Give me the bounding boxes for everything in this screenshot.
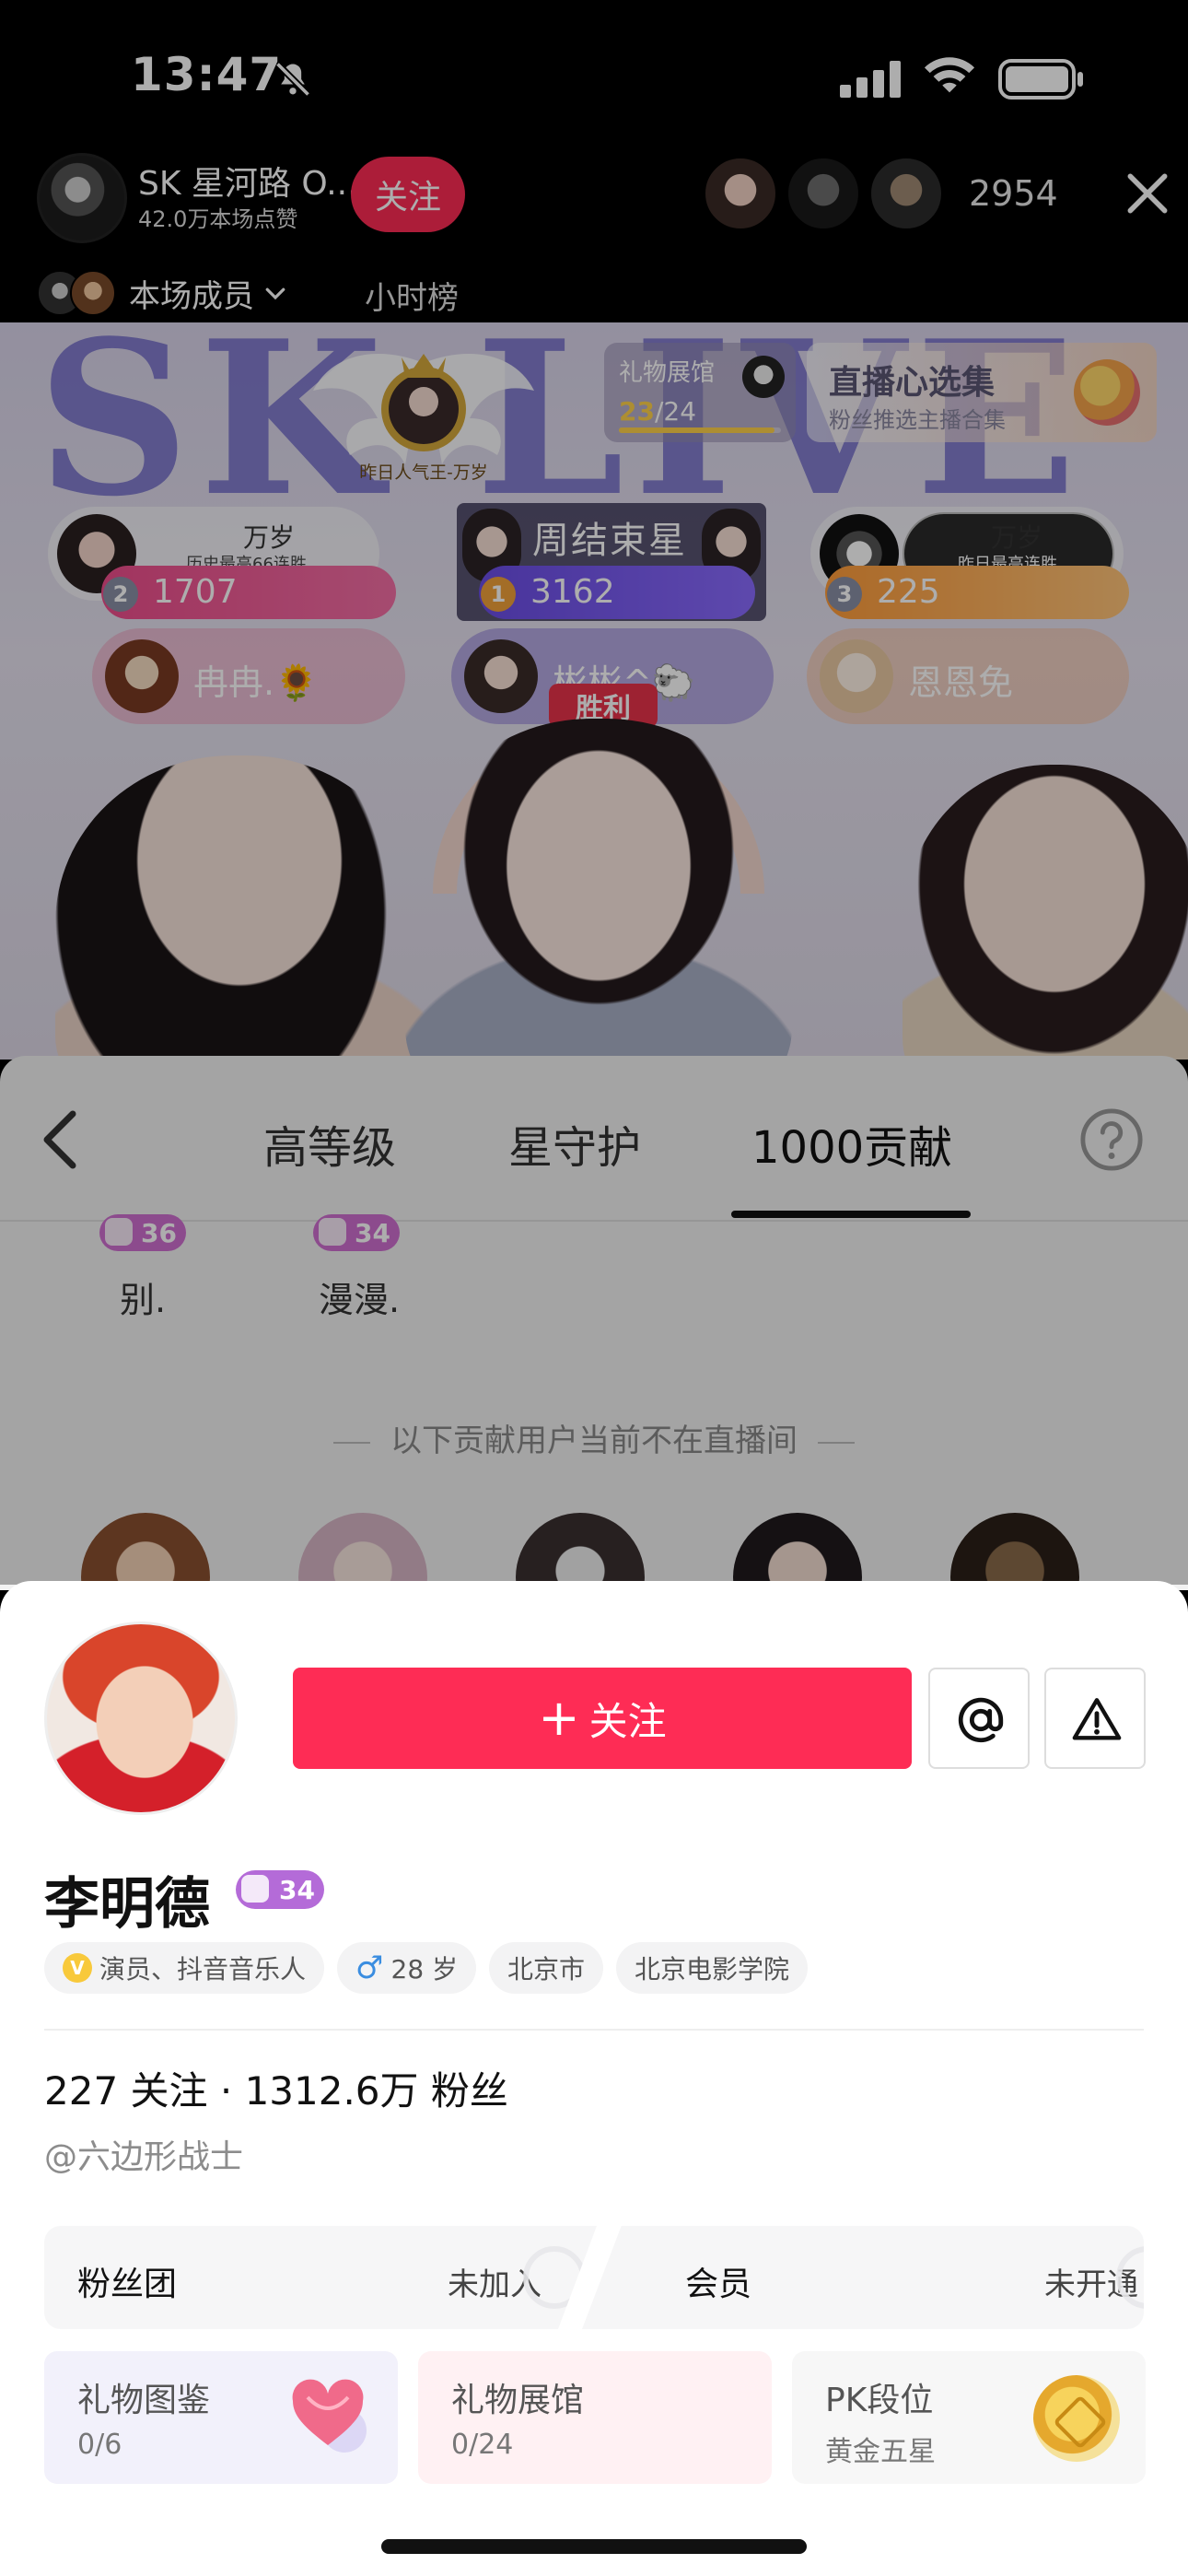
follow-button-label: 关注 — [588, 1698, 667, 1744]
profile-handle: @六边形战士 — [44, 2138, 244, 2176]
membership-card[interactable]: 会员 未开通 — [582, 2226, 1144, 2329]
gift-hall-count: 0/24 — [451, 2429, 514, 2461]
gold-medal-icon — [1033, 2375, 1120, 2462]
fan-club-label: 粉丝团 — [77, 2266, 178, 2303]
home-indicator[interactable] — [381, 2539, 807, 2554]
follow-button[interactable]: + 关注 — [293, 1668, 912, 1769]
profile-avatar[interactable] — [44, 1622, 238, 1815]
male-icon: ♂ — [355, 1950, 384, 1986]
dim-overlay[interactable] — [0, 0, 1188, 1585]
membership-label: 会员 — [685, 2266, 752, 2303]
fan-club-card[interactable]: 粉丝团 未加入 — [44, 2226, 597, 2329]
gift-catalog-title: 礼物图鉴 — [77, 2382, 211, 2419]
gift-catalog-count: 0/6 — [77, 2429, 122, 2461]
pk-rank-card[interactable]: PK段位 黄金五星 — [792, 2351, 1146, 2484]
vip-watermark-icon — [1116, 2246, 1144, 2309]
verified-icon: V — [63, 1953, 92, 1983]
pk-rank-tier: 黄金五星 — [825, 2436, 936, 2468]
divider — [44, 2029, 1144, 2031]
follow-stats[interactable]: 227 关注 · 1312.6万 粉丝 — [44, 2060, 508, 2116]
report-button[interactable] — [1044, 1668, 1146, 1769]
profile-sheet: + 关注 李明德 34 V 演员、抖音音乐人 ♂ 28 岁 北京市 北京电影学院… — [0, 1581, 1188, 2576]
pk-rank-title: PK段位 — [825, 2382, 934, 2419]
school-tag: 北京电影学院 — [616, 1942, 809, 1994]
heart-balloon-icon — [292, 2379, 367, 2453]
warning-icon — [1072, 1698, 1122, 1740]
at-icon — [958, 1697, 1004, 1743]
level-badge[interactable]: 34 — [236, 1870, 324, 1909]
mention-button[interactable] — [928, 1668, 1030, 1769]
profile-name: 李明德 — [44, 1872, 210, 1937]
age-text: 28 岁 — [390, 1954, 459, 1985]
city-tag: 北京市 — [489, 1942, 604, 1994]
plus-icon: + — [538, 1689, 580, 1747]
age-tag: ♂ 28 岁 — [337, 1942, 477, 1994]
heart-watermark-icon — [523, 2246, 586, 2309]
club-row: 粉丝团 未加入 会员 未开通 — [44, 2226, 1144, 2329]
gift-hall-title: 礼物展馆 — [451, 2382, 585, 2419]
gift-catalog-card[interactable]: 礼物图鉴 0/6 — [44, 2351, 398, 2484]
occupation-text: 演员、抖音音乐人 — [99, 1954, 307, 1985]
gift-hall-profile-card[interactable]: 礼物展馆 0/24 — [418, 2351, 772, 2484]
profile-tags: V 演员、抖音音乐人 ♂ 28 岁 北京市 北京电影学院 — [44, 1942, 809, 1994]
occupation-tag[interactable]: V 演员、抖音音乐人 — [44, 1942, 325, 1994]
